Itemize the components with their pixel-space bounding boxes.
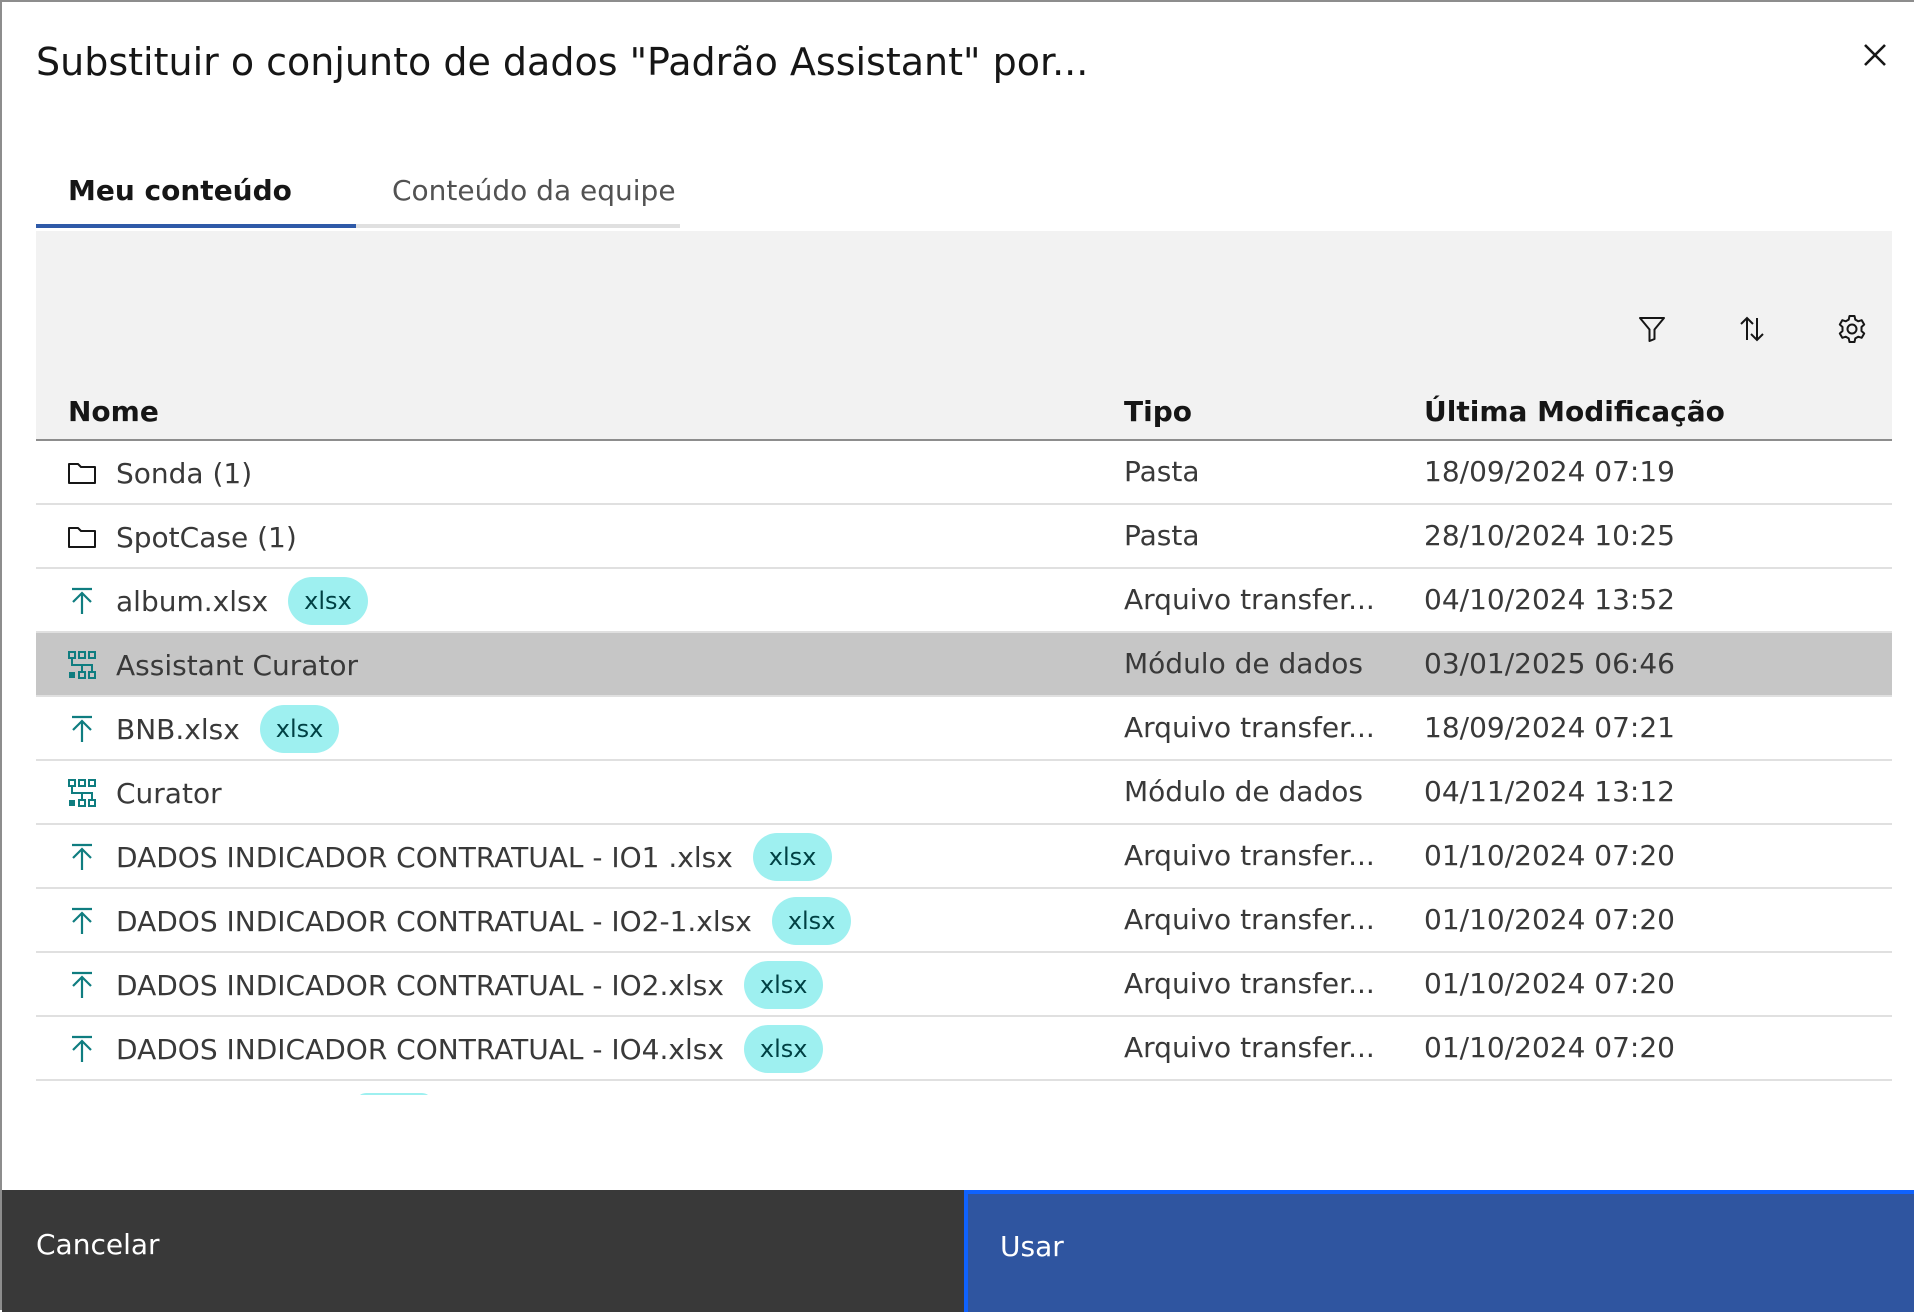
name-cell: DADOS INDICADOR CONTRATUAL - IO4.xlsx xls… — [116, 1025, 824, 1073]
item-type: Arquivo transfer... — [1124, 1031, 1375, 1064]
name-cell: SpotCase (1) — [116, 513, 297, 561]
item-type: Pasta — [1124, 519, 1200, 552]
table-row[interactable]: DADOS INDICADOR CONTRATUAL - IO1 .xlsx xl… — [36, 825, 1892, 889]
item-modified-date: 18/09/2024 07:19 — [1424, 455, 1675, 488]
column-header-type[interactable]: Tipo — [1124, 395, 1192, 428]
table-header: Nome Tipo Última Modificação — [36, 379, 1892, 441]
upload-icon — [66, 713, 98, 745]
settings-icon — [1838, 315, 1866, 343]
table-row[interactable]: Sonda (1) Pasta 18/09/2024 07:19 — [36, 441, 1892, 505]
data-module-icon — [66, 649, 98, 681]
table-row[interactable]: DADOS INDICADOR CONTRATUAL - IO2.xlsx xls… — [36, 953, 1892, 1017]
folder-icon — [66, 521, 98, 553]
item-name: Curator — [116, 776, 222, 810]
item-type: Arquivo transfer... — [1124, 967, 1375, 1000]
table-row[interactable]: album.xlsx xlsx Arquivo transfer... 04/10/2… — [36, 569, 1892, 633]
filter-button[interactable] — [1630, 307, 1674, 351]
name-cell: Curator — [116, 769, 222, 817]
data-module-icon — [66, 777, 98, 809]
file-type-tag: xlsx — [743, 961, 824, 1009]
name-cell: DADOS INDICADOR CONTRATUAL - IO2-1.xlsx x… — [116, 897, 852, 945]
use-button[interactable]: Usar — [964, 1190, 1914, 1312]
table-row[interactable]: DADOS INDICADOR CONTRATUAL - IO4.xlsx xls… — [36, 1017, 1892, 1081]
table-toolbar — [36, 231, 1892, 379]
close-button[interactable] — [1852, 32, 1898, 78]
file-type-tag: xlsx — [259, 705, 340, 753]
item-type: Módulo de dados — [1124, 775, 1363, 808]
item-modified-date: 28/10/2024 10:25 — [1424, 519, 1675, 552]
table-row[interactable]: SpotCase (1) Pasta 28/10/2024 10:25 — [36, 505, 1892, 569]
item-name: DADOS INDICADOR CONTRATUAL - IO1 .xlsx — [116, 840, 733, 874]
item-type: Arquivo transfer... — [1124, 711, 1375, 744]
item-name: BNB.xlsx — [116, 712, 240, 746]
upload-icon — [66, 585, 98, 617]
item-modified-date: 01/10/2024 07:20 — [1424, 903, 1675, 936]
file-type-tag: xlsx — [288, 577, 368, 625]
item-type: Arquivo transfer... — [1124, 583, 1375, 616]
tab-my-content[interactable]: Meu conteúdo — [36, 162, 356, 228]
name-cell: Assistant Curator — [116, 641, 358, 689]
filter-icon — [1639, 317, 1665, 342]
file-type-tag — [356, 1093, 432, 1095]
item-name: Assistant Curator — [116, 648, 359, 682]
item-type: Arquivo transfer... — [1124, 839, 1375, 872]
name-cell: Sonda (1) — [116, 449, 252, 497]
file-type-tag: xlsx — [771, 897, 852, 945]
item-name: SpotCase (1) — [116, 520, 297, 554]
item-type: Pasta — [1124, 455, 1200, 488]
column-header-name[interactable]: Nome — [68, 395, 159, 428]
tab-team-content[interactable]: Conteúdo da equipe — [356, 162, 680, 228]
name-cell: BNB.xlsx xlsx — [116, 705, 340, 753]
file-type-tag: xlsx — [743, 1025, 824, 1073]
file-type-tag: xlsx — [752, 833, 833, 881]
name-cell: DADOS INDICADOR CONTRATUAL - IO1 .xlsx xl… — [116, 833, 833, 881]
item-type: Módulo de dados — [1124, 647, 1363, 680]
sort-icon — [1740, 316, 1764, 342]
folder-icon — [66, 457, 98, 489]
replace-dataset-dialog: Substituir o conjunto de dados "Padrão A… — [0, 0, 1914, 1312]
item-name: album.xlsx — [116, 584, 269, 618]
table-row[interactable]: BNB.xlsx xlsx Arquivo transfer... 18/09/202… — [36, 697, 1892, 761]
dialog-footer: Cancelar Usar — [2, 1190, 1914, 1312]
upload-icon — [66, 1033, 98, 1065]
item-name: DADOS INDICADOR CONTRATUAL - IO4.xlsx — [116, 1032, 724, 1066]
item-type: Arquivo transfer... — [1124, 903, 1375, 936]
settings-button[interactable] — [1830, 307, 1874, 351]
cancel-button[interactable]: Cancelar — [2, 1190, 964, 1312]
item-modified-date: 04/11/2024 13:12 — [1424, 775, 1675, 808]
item-modified-date: 04/10/2024 13:52 — [1424, 583, 1675, 616]
table-row[interactable]: Assistant Curator Módulo de dados 03/01/20… — [36, 633, 1892, 697]
item-name: DADOS INDICADOR CONTRATUAL - IO2-1.xlsx — [116, 904, 752, 938]
item-modified-date: 01/10/2024 07:20 — [1424, 967, 1675, 1000]
upload-icon — [66, 969, 98, 1001]
column-header-modified[interactable]: Última Modificação — [1424, 395, 1725, 428]
item-modified-date: 01/10/2024 07:20 — [1424, 1031, 1675, 1064]
upload-icon — [66, 905, 98, 937]
name-cell: DADOS INDICADOR CONTRATUAL - IO2.xlsx xls… — [116, 961, 824, 1009]
item-modified-date: 18/09/2024 07:21 — [1424, 711, 1675, 744]
content-table: Nome Tipo Última Modificação Sonda (1) Pa… — [36, 379, 1892, 1095]
item-modified-date: 03/01/2025 06:46 — [1424, 647, 1675, 680]
close-icon — [1864, 44, 1886, 66]
name-cell: album.xlsx xlsx — [116, 577, 368, 625]
table-row[interactable]: DADOS INDICADOR CONTRATUAL - IO2-1.xlsx x… — [36, 889, 1892, 953]
table-row[interactable]: Curator Módulo de dados 04/11/2024 13:12 — [36, 761, 1892, 825]
item-name: Sonda (1) — [116, 456, 253, 490]
item-modified-date: 01/10/2024 07:20 — [1424, 839, 1675, 872]
dialog-title: Substituir o conjunto de dados "Padrão A… — [36, 40, 1089, 84]
sort-button[interactable] — [1730, 307, 1774, 351]
item-name: DADOS INDICADOR CONTRATUAL - IO2.xlsx — [116, 968, 724, 1002]
upload-icon — [66, 841, 98, 873]
